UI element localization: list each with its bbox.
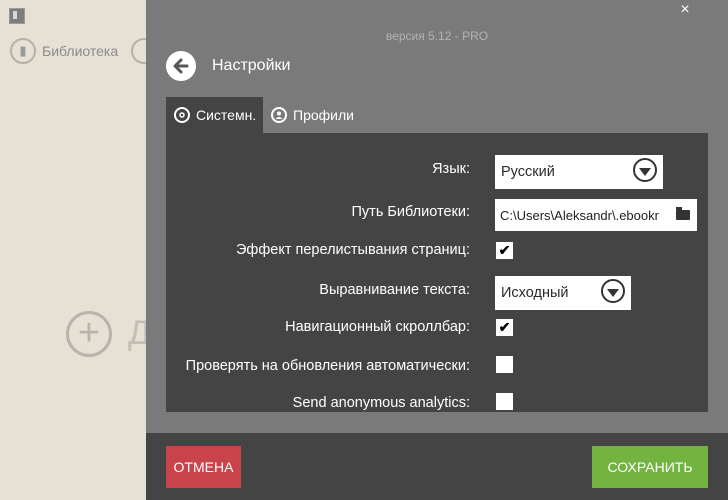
book-icon: ▮ [10,38,36,64]
folder-icon[interactable] [676,207,690,220]
analytics-checkbox[interactable] [496,393,513,410]
library-path-value: C:\Users\Aleksandr\.ebookr [500,207,659,223]
tab-system-label: Системн. [196,107,257,123]
language-value: Русский [501,164,555,180]
tab-profiles-label: Профили [293,107,354,123]
text-align-label: Выравнивание текста: [319,282,470,298]
nav-scrollbar-label: Навигационный скроллбар: [285,319,470,335]
page-flip-checkbox[interactable]: ✔ [496,242,513,259]
page-title: Настройки [212,57,291,74]
page-flip-label: Эффект перелистывания страниц: [235,242,470,258]
add-book-icon[interactable]: + [66,311,112,357]
version-label: версия 5.12 - PRO [385,29,489,43]
settings-dialog: версия 5.12 - PRO × Настройки Системн. П… [146,0,728,500]
tab-system[interactable]: Системн. [166,97,263,133]
auto-update-checkbox[interactable] [496,356,513,373]
cancel-button[interactable]: ОТМЕНА [166,446,241,488]
save-button[interactable]: СОХРАНИТЬ [592,446,708,488]
dialog-footer: ОТМЕНА СОХРАНИТЬ [146,433,728,500]
text-align-value: Исходный [501,285,569,301]
app-logo-icon [9,8,25,24]
chevron-down-icon [633,158,657,182]
library-path-field[interactable]: C:\Users\Aleksandr\.ebookr [495,199,697,231]
auto-update-label: Проверять на обновления автоматически: [185,358,470,374]
library-button[interactable]: ▮ Библиотека [10,38,118,64]
language-select[interactable]: Русский [495,155,663,189]
back-button[interactable] [166,51,196,81]
language-label: Язык: [432,161,470,177]
settings-panel: Язык: Русский Путь Библиотеки: C:\Users\… [166,133,708,412]
text-align-select[interactable]: Исходный [495,276,631,310]
gears-icon [174,107,190,123]
tab-profiles[interactable]: Профили [267,97,367,133]
arrow-left-icon [173,58,189,74]
profile-icon [271,107,287,123]
nav-scrollbar-checkbox[interactable]: ✔ [496,319,513,336]
chevron-down-icon [601,279,625,303]
library-label: Библиотека [42,43,119,59]
analytics-label: Send anonymous analytics: [292,395,470,411]
close-icon[interactable]: × [677,0,693,20]
library-path-label: Путь Библиотеки: [351,204,471,220]
